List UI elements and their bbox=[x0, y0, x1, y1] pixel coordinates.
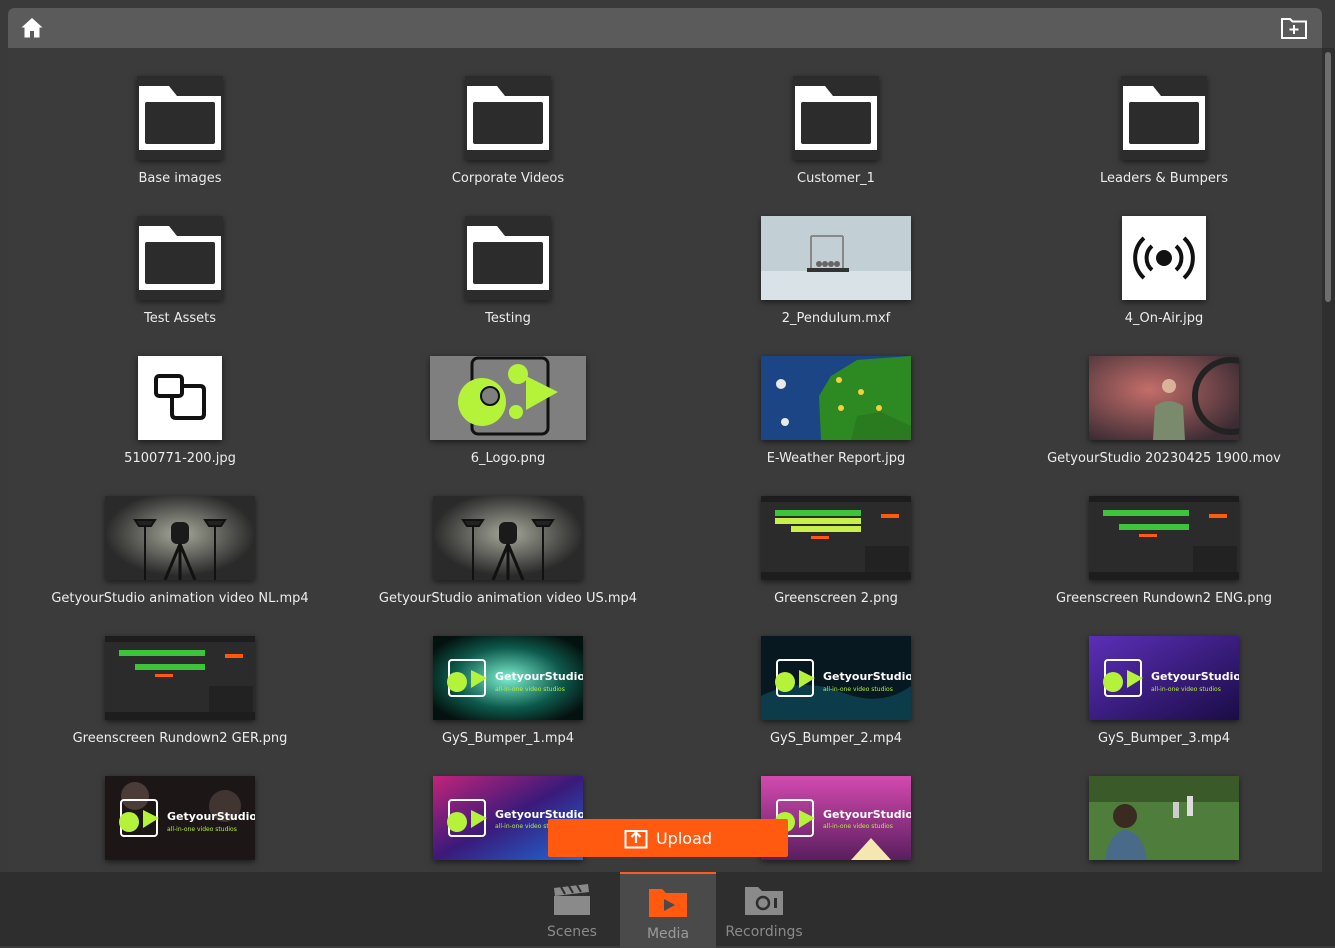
item-label: Base images bbox=[138, 171, 222, 186]
bottom-tab-bar: Scenes Media Recordings bbox=[0, 872, 1335, 948]
thumbnail-icon bbox=[138, 356, 222, 440]
item-label: Customer_1 bbox=[797, 171, 875, 186]
folder-icon bbox=[137, 216, 223, 300]
brand-text: GetyourStudio bbox=[823, 670, 911, 683]
media-item[interactable]: Greenscreen Rundown2 GER.png bbox=[16, 628, 344, 768]
media-item[interactable]: GetyourStudio 20230425 1900.mov bbox=[1000, 348, 1322, 488]
camera-animation-thumbnail bbox=[433, 496, 583, 580]
media-item[interactable]: 6_Logo.png bbox=[344, 348, 672, 488]
greenscreen-screenshot-thumbnail bbox=[1089, 496, 1239, 580]
item-label: Test Assets bbox=[143, 311, 217, 326]
tagline-text: all-in-one video studios bbox=[823, 823, 893, 830]
greenscreen-screenshot-thumbnail bbox=[105, 636, 255, 720]
clapperboard-icon bbox=[553, 884, 591, 920]
brand-text: GetyourStudio bbox=[495, 670, 583, 683]
folder-icon bbox=[465, 216, 551, 300]
tab-recordings[interactable]: Recordings bbox=[716, 872, 812, 946]
media-item[interactable]: GetyourStudio all-in-one video studios bbox=[16, 768, 344, 872]
media-browser-panel: Base images Corporate Videos Customer_1 … bbox=[8, 8, 1322, 872]
scrollbar-thumb[interactable] bbox=[1325, 52, 1331, 302]
media-item[interactable] bbox=[1000, 768, 1322, 872]
item-label: 2_Pendulum.mxf bbox=[781, 311, 891, 326]
tab-media[interactable]: Media bbox=[620, 872, 716, 948]
folder-icon bbox=[137, 76, 223, 160]
media-item[interactable]: Greenscreen Rundown2 ENG.png bbox=[1000, 488, 1322, 628]
tab-label: Scenes bbox=[547, 924, 597, 940]
media-item[interactable]: GetyourStudio animation video US.mp4 bbox=[344, 488, 672, 628]
home-icon[interactable] bbox=[20, 16, 44, 40]
folder-item[interactable]: Leaders & Bumpers bbox=[1000, 68, 1322, 208]
upload-label: Upload bbox=[655, 828, 713, 848]
media-folder-icon bbox=[648, 886, 688, 922]
item-label: GyS_Bumper_3.mp4 bbox=[1097, 731, 1231, 746]
media-item[interactable]: 5100771-200.jpg bbox=[16, 348, 344, 488]
recordings-folder-icon bbox=[744, 884, 784, 920]
brand-text: GetyourStudio bbox=[167, 810, 255, 823]
tab-label: Recordings bbox=[725, 924, 803, 940]
tagline-text: all-in-one video studios bbox=[823, 686, 893, 693]
item-label: 5100771-200.jpg bbox=[124, 451, 236, 466]
new-folder-icon[interactable] bbox=[1280, 16, 1308, 40]
media-item[interactable]: GetyourStudio animation video NL.mp4 bbox=[16, 488, 344, 628]
folder-item[interactable]: Base images bbox=[16, 68, 344, 208]
folder-icon bbox=[793, 76, 879, 160]
item-label: Leaders & Bumpers bbox=[1100, 171, 1228, 186]
item-label: GetyourStudio animation video NL.mp4 bbox=[51, 591, 309, 606]
media-item[interactable]: GetyourStudio all-in-one video studios G… bbox=[672, 628, 1000, 768]
upload-icon bbox=[624, 830, 648, 849]
top-bar bbox=[8, 8, 1322, 48]
item-label: GyS_Bumper_2.mp4 bbox=[769, 731, 903, 746]
tab-scenes[interactable]: Scenes bbox=[524, 872, 620, 946]
tagline-text: all-in-one video studios bbox=[1151, 686, 1221, 693]
logo-thumbnail bbox=[430, 356, 586, 440]
folder-item[interactable]: Test Assets bbox=[16, 208, 344, 348]
item-label: 6_Logo.png bbox=[470, 451, 546, 466]
greenscreen-screenshot-thumbnail bbox=[761, 496, 911, 580]
tagline-text: all-in-one video studios bbox=[167, 826, 237, 833]
brand-text: GetyourStudio bbox=[1151, 670, 1239, 683]
item-label: Greenscreen Rundown2 ENG.png bbox=[1055, 591, 1272, 606]
pendulum-thumbnail bbox=[761, 216, 911, 300]
media-item[interactable]: GetyourStudio all-in-one video studios G… bbox=[1000, 628, 1322, 768]
item-label: Corporate Videos bbox=[451, 171, 565, 186]
item-label: 4_On-Air.jpg bbox=[1124, 311, 1204, 326]
bumper-thumbnail: GetyourStudio all-in-one video studios bbox=[1089, 636, 1239, 720]
on-air-thumbnail bbox=[1122, 216, 1206, 300]
bumper-thumbnail: GetyourStudio all-in-one video studios bbox=[761, 636, 911, 720]
vertical-scrollbar[interactable] bbox=[1322, 48, 1335, 872]
media-item[interactable]: 4_On-Air.jpg bbox=[1000, 208, 1322, 348]
media-item[interactable]: E-Weather Report.jpg bbox=[672, 348, 1000, 488]
golf-thumbnail bbox=[1089, 776, 1239, 860]
media-item[interactable]: 2_Pendulum.mxf bbox=[672, 208, 1000, 348]
media-item[interactable]: Greenscreen 2.png bbox=[672, 488, 1000, 628]
item-label: Testing bbox=[485, 311, 531, 326]
tab-label: Media bbox=[646, 926, 690, 942]
brand-text: GetyourStudio bbox=[823, 808, 911, 821]
item-label: Greenscreen Rundown2 GER.png bbox=[72, 731, 288, 746]
bumper-thumbnail: GetyourStudio all-in-one video studios bbox=[105, 776, 255, 860]
weather-thumbnail bbox=[761, 356, 911, 440]
media-grid: Base images Corporate Videos Customer_1 … bbox=[16, 68, 1322, 872]
item-label: GetyourStudio animation video US.mp4 bbox=[378, 591, 638, 606]
bumper-thumbnail: GetyourStudio all-in-one video studios bbox=[433, 636, 583, 720]
folder-item[interactable]: Corporate Videos bbox=[344, 68, 672, 208]
folder-item[interactable]: Customer_1 bbox=[672, 68, 1000, 208]
folder-item[interactable]: Testing bbox=[344, 208, 672, 348]
item-label: E-Weather Report.jpg bbox=[766, 451, 906, 466]
item-label: GetyourStudio 20230425 1900.mov bbox=[1047, 451, 1281, 466]
media-item[interactable]: GetyourStudio all-in-one video studios G… bbox=[344, 628, 672, 768]
folder-icon bbox=[1121, 76, 1207, 160]
folder-icon bbox=[465, 76, 551, 160]
camera-animation-thumbnail bbox=[105, 496, 255, 580]
upload-button[interactable]: Upload bbox=[548, 819, 788, 857]
tagline-text: all-in-one video studios bbox=[495, 686, 565, 693]
studio-recording-thumbnail bbox=[1089, 356, 1239, 440]
item-label: GyS_Bumper_1.mp4 bbox=[441, 731, 575, 746]
item-label: Greenscreen 2.png bbox=[774, 591, 898, 606]
